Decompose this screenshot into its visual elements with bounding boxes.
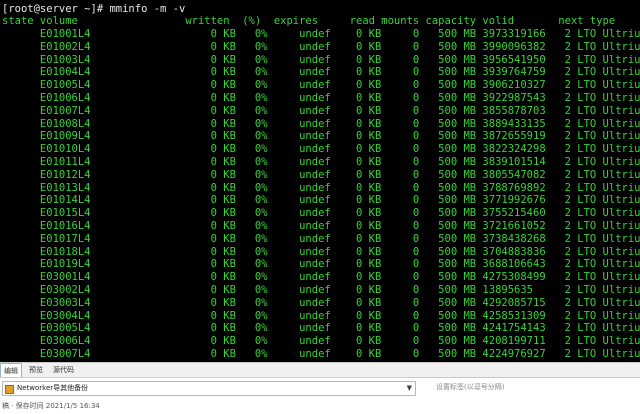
volume-row: E03003L4 0 KB 0% undef 0 KB 0 500 MB 429… [2,296,640,309]
tab-source[interactable]: 源代码 [50,363,77,377]
volume-row: E01001L4 0 KB 0% undef 0 KB 0 500 MB 397… [2,28,640,40]
volume-row: E01006L4 0 KB 0% undef 0 KB 0 500 MB 392… [2,92,640,104]
file-select[interactable]: Networker导其他备份 ▼ [2,381,416,396]
volume-row: E01017L4 0 KB 0% undef 0 KB 0 500 MB 373… [2,232,640,245]
file-bar: Networker导其他备份 ▼ 设置标签(以逗号分隔) [0,380,640,396]
volume-row: E01005L4 0 KB 0% undef 0 KB 0 500 MB 390… [2,79,640,92]
chevron-down-icon[interactable]: ▼ [407,382,412,395]
tag-input[interactable]: 设置标签(以逗号分隔) [436,381,636,394]
volume-row: E03005L4 0 KB 0% undef 0 KB 0 500 MB 424… [2,322,640,335]
volume-row: E01010L4 0 KB 0% undef 0 KB 0 500 MB 382… [2,143,640,156]
volume-row: E01012L4 0 KB 0% undef 0 KB 0 500 MB 380… [2,168,640,181]
volume-row: E03007L4 0 KB 0% undef 0 KB 0 500 MB 422… [2,348,640,360]
folder-icon [5,385,14,394]
volume-row: E01013L4 0 KB 0% undef 0 KB 0 500 MB 378… [2,181,640,194]
tab-preview[interactable]: 预览 [26,363,46,377]
volume-row: E03001L4 0 KB 0% undef 0 KB 0 500 MB 427… [2,271,640,284]
volume-row: E01018L4 0 KB 0% undef 0 KB 0 500 MB 370… [2,245,640,258]
editor-tab-bar: 编辑 预览 源代码 [0,362,640,378]
table-header: state volume written (%) expires read mo… [2,15,616,27]
file-name: Networker导其他备份 [17,384,89,392]
volume-row: E01007L4 0 KB 0% undef 0 KB 0 500 MB 385… [2,104,640,117]
status-bar: 稿 · 保存时间 2021/1/5 16:34 [0,398,640,414]
volume-row: E01011L4 0 KB 0% undef 0 KB 0 500 MB 383… [2,156,640,168]
volume-row: E01009L4 0 KB 0% undef 0 KB 0 500 MB 387… [2,130,640,143]
save-status: 稿 · 保存时间 2021/1/5 16:34 [2,402,100,410]
volume-row: E01008L4 0 KB 0% undef 0 KB 0 500 MB 388… [2,117,640,130]
volume-row: E03004L4 0 KB 0% undef 0 KB 0 500 MB 425… [2,309,640,322]
volume-row: E01004L4 0 KB 0% undef 0 KB 0 500 MB 393… [2,66,640,79]
volume-row: E01014L4 0 KB 0% undef 0 KB 0 500 MB 377… [2,194,640,207]
volume-row: E01002L4 0 KB 0% undef 0 KB 0 500 MB 399… [2,40,640,53]
volume-row: E03006L4 0 KB 0% undef 0 KB 0 500 MB 420… [2,335,640,348]
volume-row: E01003L4 0 KB 0% undef 0 KB 0 500 MB 395… [2,53,640,66]
tab-edit[interactable]: 编辑 [0,363,22,377]
volume-row: E01015L4 0 KB 0% undef 0 KB 0 500 MB 375… [2,207,640,220]
volume-row: E03002L4 0 KB 0% undef 0 KB 0 500 MB 138… [2,284,640,296]
volume-row: E01019L4 0 KB 0% undef 0 KB 0 500 MB 368… [2,258,640,271]
terminal-window[interactable]: [root@server ~]# mminfo -m -v state volu… [0,0,640,362]
volume-row: E01016L4 0 KB 0% undef 0 KB 0 500 MB 372… [2,220,640,232]
